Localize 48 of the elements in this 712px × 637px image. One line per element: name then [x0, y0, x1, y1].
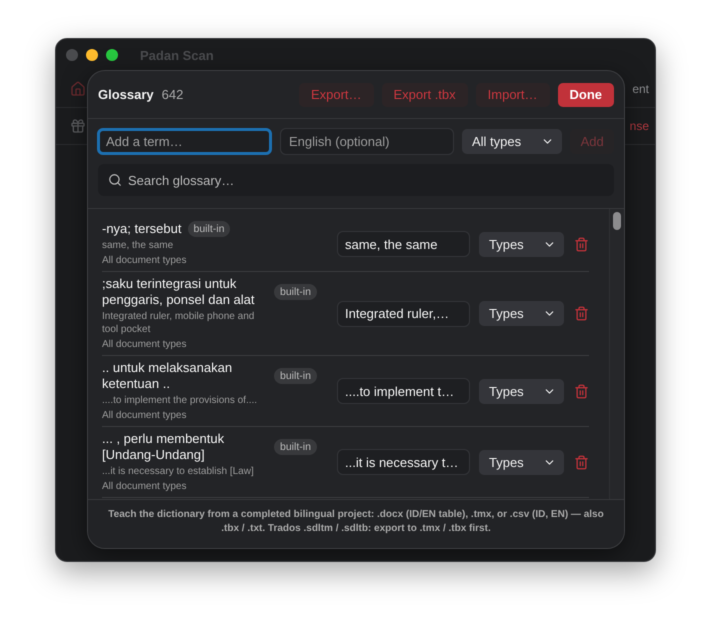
- scope-text: All document types: [102, 338, 188, 351]
- scope-text: All document types: [102, 480, 188, 493]
- types-select[interactable]: Types: [479, 232, 564, 256]
- gloss-text: Integrated ruler, mobile phone and tool pocket: [102, 310, 256, 336]
- built-in-badge: built-in: [188, 221, 230, 237]
- scope-text: All document types: [102, 409, 188, 422]
- scope-text: All document types: [102, 254, 188, 267]
- delete-button[interactable]: [574, 306, 589, 321]
- built-in-badge: built-in: [274, 368, 317, 384]
- search-field[interactable]: Search glossary…: [98, 164, 614, 196]
- import-hint: Teach the dictionary from a completed bilingual project: .docx (ID/EN table), .tmx, or .csv (ID, EN) — also .tbx / .txt. Trados .sdltm / .sdltb: export to .tmx / .tbx first.: [107, 508, 605, 536]
- close-button[interactable]: [66, 49, 78, 61]
- dialog-title: Glossary: [98, 87, 154, 102]
- trash-icon: [574, 236, 589, 252]
- gloss-text: same, the same: [102, 239, 174, 252]
- gloss-text: ....to implement the provisions of....: [102, 394, 258, 407]
- nav-label[interactable]: ent: [632, 82, 649, 96]
- delete-button[interactable]: [574, 454, 589, 470]
- home-icon[interactable]: [70, 81, 86, 97]
- term-text: .. untuk melaksanakan ketentuan ..: [102, 360, 234, 392]
- term-count: 642: [162, 87, 184, 102]
- trash-icon: [574, 306, 589, 321]
- english-field[interactable]: English (optional): [280, 128, 454, 155]
- term-text: ... , perlu membentuk [Undang-Undang]: [102, 431, 226, 463]
- gift-icon[interactable]: [70, 118, 86, 134]
- translation-field[interactable]: ....to implement t…: [337, 378, 470, 404]
- type-select[interactable]: All types: [462, 129, 562, 154]
- term-text: ;saku terintegrasi untuk penggaris, ponsel dan alat: [102, 276, 256, 308]
- built-in-badge: built-in: [274, 284, 317, 300]
- types-select[interactable]: Types: [479, 378, 564, 404]
- trash-icon: [574, 454, 589, 470]
- delete-button[interactable]: [574, 384, 589, 398]
- types-select[interactable]: Types: [479, 450, 564, 474]
- term-field[interactable]: Add a term…: [97, 128, 272, 155]
- minimize-button[interactable]: [86, 49, 98, 61]
- built-in-badge: built-in: [274, 439, 317, 455]
- translation-field[interactable]: Integrated ruler,…: [337, 300, 470, 326]
- scrollbar[interactable]: [609, 209, 624, 499]
- types-select[interactable]: Types: [479, 301, 564, 326]
- trash-icon: [574, 384, 589, 398]
- gloss-text: ...it is necessary to establish [Law]: [102, 465, 255, 478]
- delete-button[interactable]: [574, 236, 589, 252]
- done-button[interactable]: Done: [558, 82, 614, 106]
- term-text: -nya; tersebut: [102, 221, 182, 237]
- zoom-button[interactable]: [106, 49, 118, 61]
- search-icon: [108, 173, 122, 187]
- translation-field[interactable]: ...it is necessary t…: [337, 449, 470, 475]
- translation-field[interactable]: same, the same: [337, 231, 470, 257]
